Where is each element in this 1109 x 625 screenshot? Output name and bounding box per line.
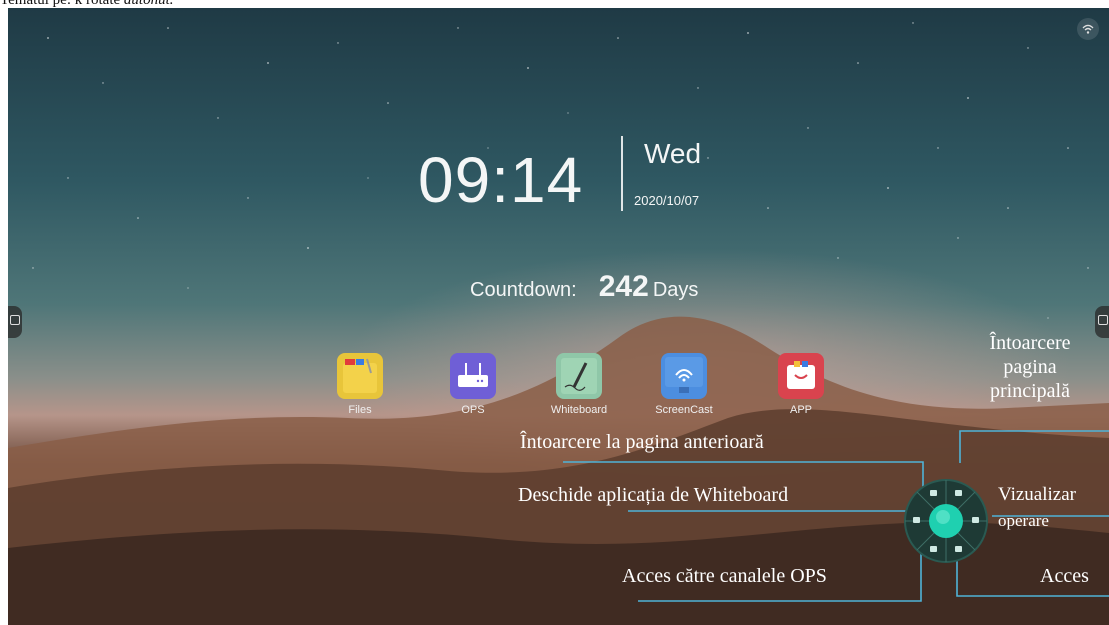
screencast-icon [661, 353, 707, 399]
home-screen: 09:14 Wed 2020/10/07 Countdown: 242 Days F… [8, 8, 1109, 625]
countdown-value: 242 [598, 270, 649, 303]
annotation-home-line: pagina [1003, 356, 1057, 378]
header-text-italic: autonut. [123, 0, 174, 8]
annotation-whiteboard: Deschide aplicația de Whiteboard [518, 484, 789, 506]
annotation-ops: Acces către canalele OPS [622, 565, 827, 587]
app-label: Whiteboard [550, 404, 608, 416]
router-icon [450, 353, 496, 399]
annotation-home-line: principală [990, 380, 1070, 402]
countdown-label: Countdown: [470, 279, 577, 301]
annotation-back: Întoarcere la pagina anterioară [520, 431, 764, 453]
annotation-home-line: Întoarcere [989, 332, 1071, 354]
app-label: APP [789, 404, 812, 416]
app-store[interactable]: APP [770, 353, 832, 416]
document-header: Tematul pe: k rotate autonut. [0, 0, 174, 8]
clock-date: 2020/10/07 [634, 193, 700, 208]
sidebar-icon [10, 315, 20, 325]
sidebar-icon [1098, 315, 1108, 325]
app-ops[interactable]: OPS [442, 353, 504, 416]
folder-icon [337, 353, 383, 399]
clock-day: Wed [644, 138, 702, 169]
app-label: Files [348, 404, 372, 416]
countdown: Countdown: 242 Days [470, 270, 698, 304]
app-store-icon [778, 353, 824, 399]
app-label: OPS [461, 404, 485, 416]
app-screencast[interactable]: ScreenCast [653, 353, 715, 416]
header-text: Tematul pe: k rotate [0, 0, 124, 8]
annotation-home: Întoarcere pagina principală [974, 331, 1086, 403]
clock-time: 09:14 [418, 144, 584, 216]
right-sidebar-toggle[interactable] [1095, 306, 1109, 338]
clock-divider [621, 136, 623, 211]
countdown-unit: Days [652, 279, 699, 301]
annotation-access: Acces [1040, 565, 1089, 587]
app-whiteboard[interactable]: Whiteboard [548, 353, 610, 416]
app-label: ScreenCast [655, 404, 713, 416]
app-files[interactable]: Files [329, 353, 391, 416]
left-sidebar-toggle[interactable] [8, 306, 22, 338]
annotation-view-line: operare [998, 511, 1049, 530]
wifi-icon[interactable] [1077, 18, 1099, 40]
annotation-view-line: Vizualizar [998, 484, 1076, 505]
annotation-view: Vizualizar operare [998, 482, 1076, 534]
whiteboard-icon [556, 353, 602, 399]
floating-menu-wheel[interactable] [903, 478, 989, 564]
